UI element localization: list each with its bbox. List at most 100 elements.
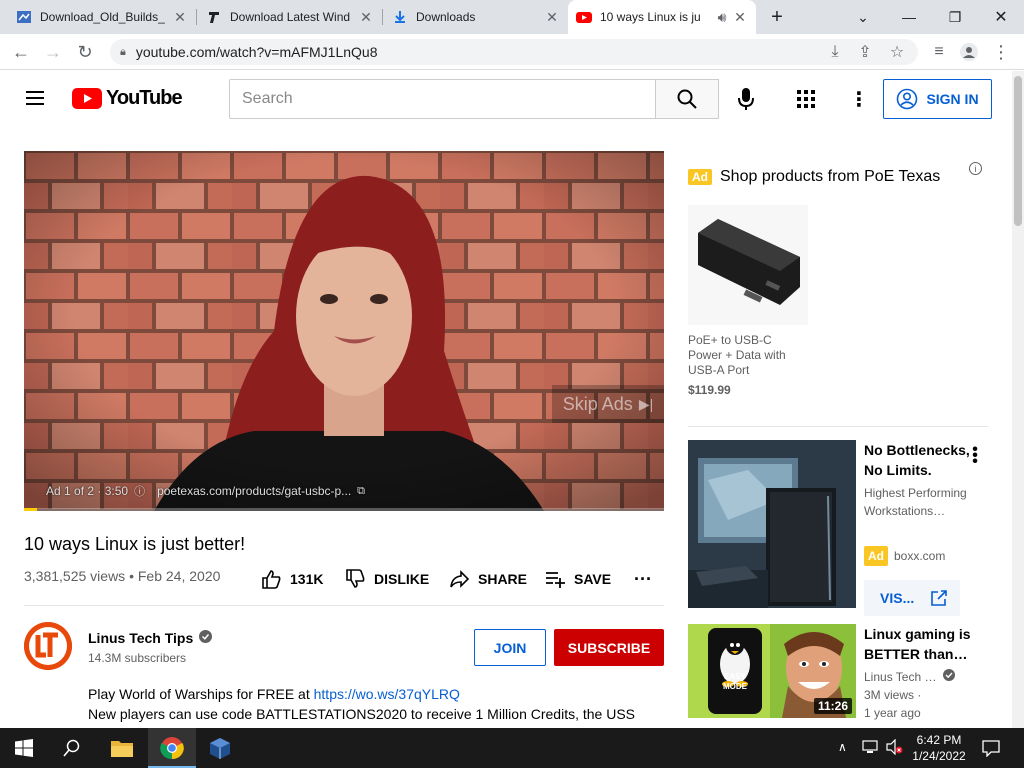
channel-name[interactable]: Linus Tech Tips [88, 630, 193, 646]
promo-ad-badge: Ad [864, 546, 888, 566]
media-control-icon[interactable]: ≡ [926, 39, 952, 65]
new-tab-button[interactable]: + [764, 4, 790, 30]
minimize-icon[interactable]: — [886, 0, 932, 34]
tab-separator [196, 9, 197, 25]
dislike-label: DISLIKE [374, 571, 430, 587]
sidebar-divider [688, 426, 988, 427]
tab-search-icon[interactable]: ⌄ [840, 0, 886, 34]
tab-download-old-builds[interactable]: Download_Old_Builds_ ✕ [8, 0, 196, 34]
show-hidden-icons[interactable]: ∧ [838, 740, 847, 754]
tab-download-latest[interactable]: Download Latest Wind ✕ [198, 0, 382, 34]
ad-url-link[interactable]: poetexas.com/products/gat-usbc-p... [157, 484, 351, 498]
share-arrow-icon [450, 570, 470, 588]
search-input[interactable]: Search [229, 79, 656, 119]
install-app-icon[interactable]: ⤓ [822, 39, 848, 65]
search-placeholder: Search [242, 90, 293, 107]
playlist-add-icon [546, 572, 565, 588]
youtube-logo-text: YouTube [106, 87, 183, 109]
sign-in-button[interactable]: SIGN IN [883, 79, 992, 119]
tab-youtube-active[interactable]: 10 ways Linux is ju 🔊︎ ✕ [568, 0, 756, 34]
search-button[interactable] [655, 79, 719, 119]
close-window-icon[interactable]: ✕ [978, 0, 1024, 34]
recommendation-channel-row[interactable]: Linus Tech … [864, 668, 974, 686]
bookmark-star-icon[interactable]: ☆ [884, 39, 910, 65]
description-text: Play World of Warships for FREE at [88, 686, 314, 702]
tab-title: 10 ways Linux is ju [600, 10, 701, 24]
profile-icon[interactable] [956, 39, 982, 65]
ad-progress-bar[interactable] [24, 508, 664, 511]
youtube-favicon-icon [576, 9, 592, 25]
easy-mode-badge: EASY MODE [723, 672, 747, 691]
clock-time: 6:42 PM [916, 733, 962, 747]
file-explorer-icon[interactable] [98, 728, 146, 768]
more-actions-icon[interactable]: ··· [634, 568, 652, 590]
start-button[interactable] [0, 728, 48, 768]
tab-favicon-icon [16, 9, 32, 25]
external-link-icon[interactable]: ⧉ [357, 485, 365, 498]
video-title: 10 ways Linux is just better! [24, 534, 246, 554]
address-bar[interactable]: 🔒︎ youtube.com/watch?v=mAFMJ1LnQu8 [110, 39, 918, 65]
scrollbar-thumb[interactable] [1014, 76, 1022, 226]
channel-avatar[interactable] [24, 622, 72, 670]
notifications-icon[interactable] [982, 739, 1000, 762]
taskbar-search-icon[interactable] [48, 728, 96, 768]
product-image[interactable] [688, 205, 808, 325]
recommendation-thumbnail[interactable]: EASY MODE 11:26 [688, 624, 856, 718]
network-icon[interactable] [862, 739, 880, 760]
channel-name-row[interactable]: Linus Tech Tips [88, 630, 213, 646]
tab-title: Download_Old_Builds_ [40, 10, 165, 24]
lock-icon: 🔒︎ [120, 45, 126, 58]
recommendation-age: 1 year ago [864, 706, 921, 720]
virtualbox-taskbar-icon[interactable] [196, 728, 244, 768]
audio-playing-icon[interactable]: 🔊︎ [714, 9, 730, 26]
share-icon[interactable]: ⇪ [852, 39, 878, 65]
system-clock[interactable]: 6:42 PM 1/24/2022 [908, 732, 970, 764]
promo-advertiser: boxx.com [894, 549, 946, 563]
account-icon [897, 88, 918, 110]
reload-icon[interactable]: ↻ [72, 39, 98, 65]
promo-more-icon[interactable]: • • • [969, 442, 981, 470]
shop-title[interactable]: Shop products from PoE Texas [720, 168, 940, 186]
forward-icon[interactable]: → [40, 39, 66, 65]
visit-site-button[interactable]: VIS... [864, 580, 960, 616]
tab-close-icon[interactable]: ✕ [732, 9, 748, 26]
voice-search-microphone-icon[interactable] [736, 87, 756, 116]
youtube-logo[interactable]: YouTube [72, 87, 183, 110]
browser-tab-strip: Download_Old_Builds_ ✕ Download Latest W… [0, 0, 1024, 34]
ad-info-icon[interactable]: i [969, 162, 982, 175]
save-button[interactable]: SAVE [544, 568, 611, 590]
join-button[interactable]: JOIN [474, 629, 546, 666]
tab-downloads[interactable]: Downloads ✕ [384, 0, 568, 34]
volume-muted-icon[interactable] [886, 738, 904, 760]
subscribe-button[interactable]: SUBSCRIBE [554, 629, 664, 666]
ad-badge: Ad [688, 169, 712, 185]
save-label: SAVE [574, 571, 612, 587]
recommendation-views: 3M views · [864, 688, 922, 702]
like-button[interactable]: 131K [260, 568, 323, 590]
info-circle-icon[interactable]: ⓘ [134, 483, 145, 499]
share-button[interactable]: SHARE [448, 568, 527, 590]
settings-more-icon[interactable]: ⋮ [849, 87, 869, 112]
open-external-icon [931, 590, 947, 606]
back-icon[interactable]: ← [8, 39, 34, 65]
tab-close-icon[interactable]: ✕ [358, 9, 374, 26]
promo-thumbnail[interactable] [688, 440, 856, 608]
tab-close-icon[interactable]: ✕ [544, 9, 560, 26]
restore-icon[interactable]: ❐ [932, 0, 978, 34]
tab-title: Downloads [416, 10, 476, 24]
dislike-button[interactable]: DISLIKE [344, 568, 429, 590]
video-player[interactable]: Ad 1 of 2 · 3:50 ⓘ poetexas.com/products… [24, 151, 664, 511]
page-scrollbar[interactable] [1012, 71, 1024, 728]
promo-title[interactable]: No Bottlenecks, No Limits. [864, 440, 974, 480]
tab-close-icon[interactable]: ✕ [172, 9, 188, 26]
skip-ads-button[interactable]: Skip Ads ▶| [552, 385, 664, 423]
chrome-taskbar-icon[interactable] [148, 728, 196, 768]
tab-separator [382, 9, 383, 25]
description-link[interactable]: https://wo.ws/37qYLRQ [314, 686, 460, 702]
browser-menu-icon[interactable]: ⋮ [988, 39, 1014, 65]
product-name[interactable]: PoE+ to USB-C Power + Data with USB-A Po… [688, 333, 808, 378]
recommendation-channel[interactable]: Linus Tech … [864, 668, 937, 686]
hamburger-menu-icon[interactable] [24, 89, 46, 112]
recommendation-title[interactable]: Linux gaming is BETTER than… [864, 624, 974, 664]
apps-grid-icon[interactable] [797, 90, 815, 113]
